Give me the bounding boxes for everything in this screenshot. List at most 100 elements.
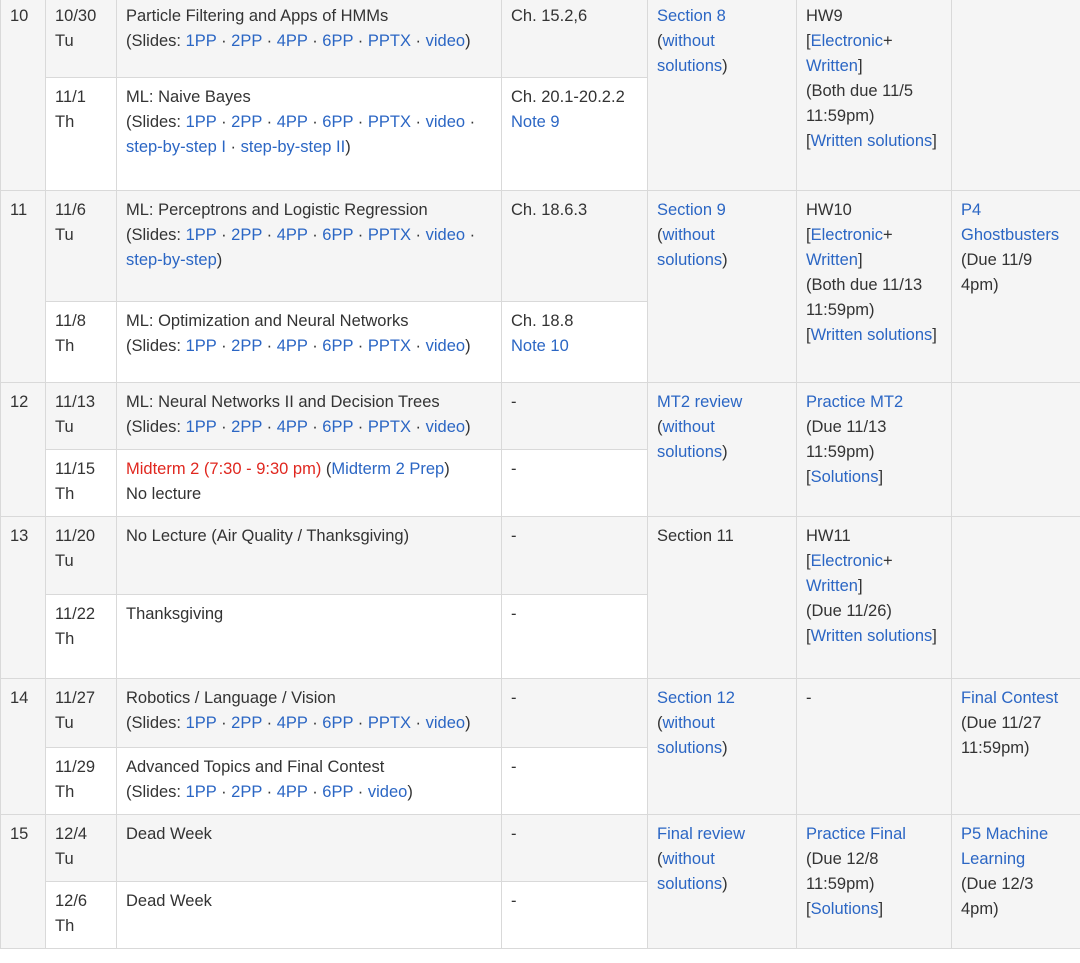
reading-cell: - <box>501 449 648 517</box>
electronic-link[interactable]: Electronic <box>811 226 883 244</box>
slides-link[interactable]: video <box>426 226 465 244</box>
lecture-date: 11/29 Th <box>45 747 117 815</box>
week-number: 14 <box>0 678 46 815</box>
solutions-link[interactable]: Solutions <box>811 900 879 918</box>
slides-link[interactable]: PPTX <box>368 32 411 50</box>
slides-link[interactable]: 4PP <box>277 783 308 801</box>
homework-cell: HW10 [Electronic+ Written] (Both due 11/13… <box>796 190 952 383</box>
slides-link[interactable]: 2PP <box>231 337 262 355</box>
written-link[interactable]: Written <box>806 577 858 595</box>
section-link[interactable]: Section 12 <box>657 689 735 707</box>
electronic-link[interactable]: Electronic <box>811 552 883 570</box>
slides-link[interactable]: video <box>426 714 465 732</box>
slides-link[interactable]: PPTX <box>368 714 411 732</box>
project-cell: P5 Machine Learning (Due 12/3 4pm) <box>951 814 1080 949</box>
slides-link[interactable]: step-by-step II <box>241 138 346 156</box>
slides-link[interactable]: step-by-step I <box>126 138 226 156</box>
solutions-link[interactable]: Solutions <box>811 468 879 486</box>
section-solutions-link[interactable]: without solutions <box>657 418 722 461</box>
project-cell: Final Contest (Due 11/27 11:59pm) <box>951 678 1080 815</box>
project-link[interactable]: P5 Machine Learning <box>961 825 1048 868</box>
lecture-date: 11/8 Th <box>45 301 117 383</box>
lecture-cell: Dead Week <box>116 814 502 882</box>
slides-link[interactable]: 1PP <box>186 113 217 131</box>
slides-link[interactable]: 2PP <box>231 714 262 732</box>
slides-link[interactable]: 6PP <box>322 418 353 436</box>
section-link[interactable]: Section 8 <box>657 7 726 25</box>
slides-link[interactable]: 1PP <box>186 226 217 244</box>
written-solutions-link[interactable]: Written solutions <box>811 627 933 645</box>
slides-link[interactable]: 1PP <box>186 337 217 355</box>
slides-link[interactable]: video <box>368 783 407 801</box>
project-link[interactable]: P4 Ghostbusters <box>961 201 1059 244</box>
lecture-cell: Particle Filtering and Apps of HMMs (Slid… <box>116 0 502 78</box>
section-cell: MT2 review (without solutions) <box>647 382 797 517</box>
reading-text: Ch. 18.6.3 <box>511 201 588 219</box>
electronic-link[interactable]: Electronic <box>811 32 883 50</box>
lecture-date: 11/1 Th <box>45 77 117 191</box>
slides-link[interactable]: 6PP <box>322 32 353 50</box>
date-text: 11/29 <box>55 758 96 776</box>
slides-link[interactable]: 4PP <box>277 113 308 131</box>
lecture-title: Particle Filtering and Apps of HMMs <box>126 7 389 25</box>
slides-link[interactable]: 6PP <box>322 337 353 355</box>
slides-link[interactable]: video <box>426 337 465 355</box>
midterm-alert: Midterm 2 (7:30 - 9:30 pm) <box>126 460 322 478</box>
slides-link[interactable]: 4PP <box>277 714 308 732</box>
slides-link[interactable]: 6PP <box>322 714 353 732</box>
date-text: 11/15 <box>55 460 96 478</box>
written-solutions-link[interactable]: Written solutions <box>811 132 933 150</box>
lecture-title: No Lecture (Air Quality / Thanksgiving) <box>126 527 410 545</box>
slides-link[interactable]: PPTX <box>368 226 411 244</box>
day-text: Tu <box>55 552 74 570</box>
slides-link[interactable]: PPTX <box>368 113 411 131</box>
section-solutions-link[interactable]: without solutions <box>657 850 722 893</box>
slides-link[interactable]: video <box>426 113 465 131</box>
day-text: Tu <box>55 418 74 436</box>
slides-link[interactable]: 2PP <box>231 226 262 244</box>
slides-link[interactable]: 6PP <box>322 226 353 244</box>
midterm-prep-link[interactable]: Midterm 2 Prep <box>331 460 444 478</box>
slides-link[interactable]: 1PP <box>186 418 217 436</box>
slides-link[interactable]: 2PP <box>231 783 262 801</box>
slides-link[interactable]: 6PP <box>322 783 353 801</box>
reading-cell: - <box>501 881 648 949</box>
slides-link[interactable]: 4PP <box>277 226 308 244</box>
slides-link[interactable]: 1PP <box>186 714 217 732</box>
slides-link[interactable]: 1PP <box>186 32 217 50</box>
slides-link[interactable]: step-by-step <box>126 251 217 269</box>
slides-link[interactable]: 2PP <box>231 418 262 436</box>
schedule-row: 10 10/30 Tu Particle Filtering and Apps of … <box>0 0 1080 191</box>
written-solutions-link[interactable]: Written solutions <box>811 326 933 344</box>
reading-cell: - <box>501 678 648 748</box>
slides-link[interactable]: video <box>426 32 465 50</box>
practice-exam-link[interactable]: Practice Final <box>806 825 906 843</box>
week-number: 10 <box>0 0 46 191</box>
section-solutions-link[interactable]: without solutions <box>657 32 722 75</box>
reading-cell: Ch. 18.6.3 <box>501 190 648 302</box>
homework-cell: - <box>796 678 952 815</box>
written-link[interactable]: Written <box>806 57 858 75</box>
project-link[interactable]: Final Contest <box>961 689 1058 707</box>
section-link[interactable]: MT2 review <box>657 393 742 411</box>
slides-link[interactable]: 4PP <box>277 418 308 436</box>
slides-link[interactable]: 4PP <box>277 32 308 50</box>
section-link[interactable]: Final review <box>657 825 745 843</box>
section-solutions-link[interactable]: without solutions <box>657 226 722 269</box>
slides-link[interactable]: 2PP <box>231 32 262 50</box>
slides-link[interactable]: PPTX <box>368 418 411 436</box>
slides-link[interactable]: 4PP <box>277 337 308 355</box>
practice-exam-link[interactable]: Practice MT2 <box>806 393 903 411</box>
slides-link[interactable]: 1PP <box>186 783 217 801</box>
slides-link[interactable]: 6PP <box>322 113 353 131</box>
section-solutions-link[interactable]: without solutions <box>657 714 722 757</box>
slides-link[interactable]: 2PP <box>231 113 262 131</box>
slides-link[interactable]: PPTX <box>368 337 411 355</box>
slides-link[interactable]: video <box>426 418 465 436</box>
note-link[interactable]: Note 10 <box>511 337 569 355</box>
reading-cell: - <box>501 814 648 882</box>
section-link[interactable]: Section 9 <box>657 201 726 219</box>
note-link[interactable]: Note 9 <box>511 113 560 131</box>
lecture-cell: ML: Neural Networks II and Decision Tree… <box>116 382 502 450</box>
written-link[interactable]: Written <box>806 251 858 269</box>
